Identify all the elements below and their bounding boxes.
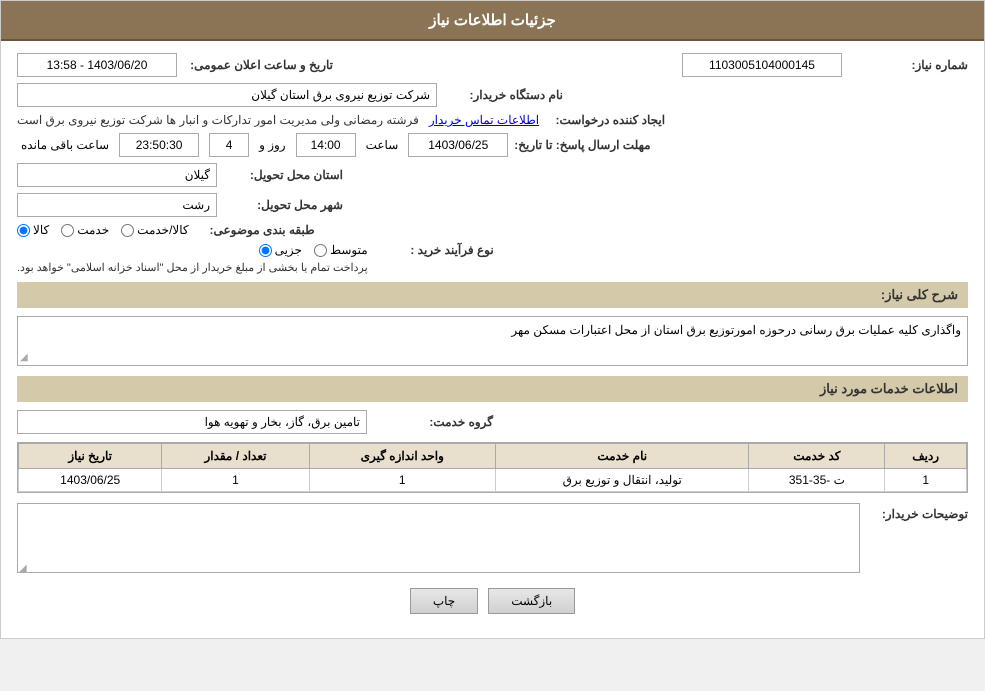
service-group-label: گروه خدمت: [373,415,493,429]
button-row: بازگشت چاپ [17,588,968,614]
radio-medium-item[interactable]: متوسط [314,243,368,257]
purchase-type-radio-group: متوسط جزیی [17,243,368,257]
radio-service-item[interactable]: خدمت [61,223,109,237]
radio-goods-service[interactable] [121,224,134,237]
category-label: طبقه بندی موضوعی: [195,223,315,237]
cell-quantity: 1 [162,469,309,492]
radio-goods-label: کالا [33,223,49,237]
textarea-resize-icon: ◢ [19,563,27,574]
announce-date-input[interactable] [17,53,177,77]
deadline-remaining-label: ساعت باقی مانده [21,138,109,152]
description-box: واگذاری کلیه عملیات برق رسانی درحوزه امو… [17,316,968,366]
deadline-remaining-input[interactable] [119,133,199,157]
creator-label: ایجاد کننده درخواست: [545,113,665,127]
col-service-name: نام خدمت [496,444,749,469]
category-radio-group: کالا/خدمت خدمت کالا [17,223,189,237]
radio-goods-service-item[interactable]: کالا/خدمت [121,223,188,237]
table-row: 1 ت -35-351 تولید، انتقال و توزیع برق 1 … [19,469,967,492]
cell-service-name: تولید، انتقال و توزیع برق [496,469,749,492]
radio-medium[interactable] [314,244,327,257]
col-unit: واحد اندازه گیری [309,444,496,469]
radio-medium-label: متوسط [330,243,368,257]
col-quantity: تعداد / مقدار [162,444,309,469]
deadline-time-input[interactable] [296,133,356,157]
purchase-type-label: نوع فرآیند خرید : [374,243,494,257]
radio-goods-service-label: کالا/خدمت [137,223,188,237]
buyer-name-input[interactable] [17,83,437,107]
page-title: جزئیات اطلاعات نیاز [429,12,556,29]
description-value: واگذاری کلیه عملیات برق رسانی درحوزه امو… [511,323,961,337]
description-title-text: شرح کلی نیاز: [881,287,958,302]
services-table: ردیف کد خدمت نام خدمت واحد اندازه گیری ت… [18,443,967,492]
city-label: شهر محل تحویل: [223,198,343,212]
response-deadline-label: مهلت ارسال پاسخ: تا تاریخ: [514,138,650,152]
city-input[interactable] [17,193,217,217]
radio-service-label: خدمت [77,223,109,237]
cell-unit: 1 [309,469,496,492]
creator-contact-link[interactable]: اطلاعات تماس خریدار [429,113,539,127]
services-table-container: ردیف کد خدمت نام خدمت واحد اندازه گیری ت… [17,442,968,493]
need-number-input[interactable] [682,53,842,77]
deadline-days-input[interactable] [209,133,249,157]
radio-goods-item[interactable]: کالا [17,223,49,237]
deadline-date-input[interactable] [408,133,508,157]
description-section-title: شرح کلی نیاز: [17,282,968,308]
col-date: تاریخ نیاز [19,444,162,469]
creator-value: فرشته رمضانی ولی مدیریت امور تدارکات و ا… [17,113,419,127]
announce-date-label: تاریخ و ساعت اعلان عمومی: [183,58,333,72]
print-button[interactable]: چاپ [410,588,478,614]
deadline-days-label: روز و [259,138,286,152]
resize-icon: ◢ [20,352,28,363]
buyer-name-label: نام دستگاه خریدار: [443,88,563,102]
province-label: استان محل تحویل: [223,168,343,182]
radio-partial-label: جزیی [275,243,302,257]
services-title-text: اطلاعات خدمات مورد نیاز [820,381,958,396]
col-row-num: ردیف [885,444,967,469]
services-section-title: اطلاعات خدمات مورد نیاز [17,376,968,402]
buyer-notes-label: توضیحات خریدار: [868,503,968,521]
need-number-label: شماره نیاز: [848,58,968,72]
purchase-type-note: پرداخت تمام یا بخشی از مبلغ خریدار از مح… [17,261,368,274]
service-group-input[interactable] [17,410,367,434]
radio-service[interactable] [61,224,74,237]
back-button[interactable]: بازگشت [488,588,575,614]
cell-row-num: 1 [885,469,967,492]
deadline-time-label: ساعت [366,138,399,152]
radio-goods[interactable] [17,224,30,237]
buyer-notes-textarea[interactable] [17,503,860,573]
col-service-code: کد خدمت [749,444,885,469]
radio-partial-item[interactable]: جزیی [259,243,302,257]
province-input[interactable] [17,163,217,187]
radio-partial[interactable] [259,244,272,257]
cell-date: 1403/06/25 [19,469,162,492]
page-header: جزئیات اطلاعات نیاز [1,1,984,41]
cell-service-code: ت -35-351 [749,469,885,492]
